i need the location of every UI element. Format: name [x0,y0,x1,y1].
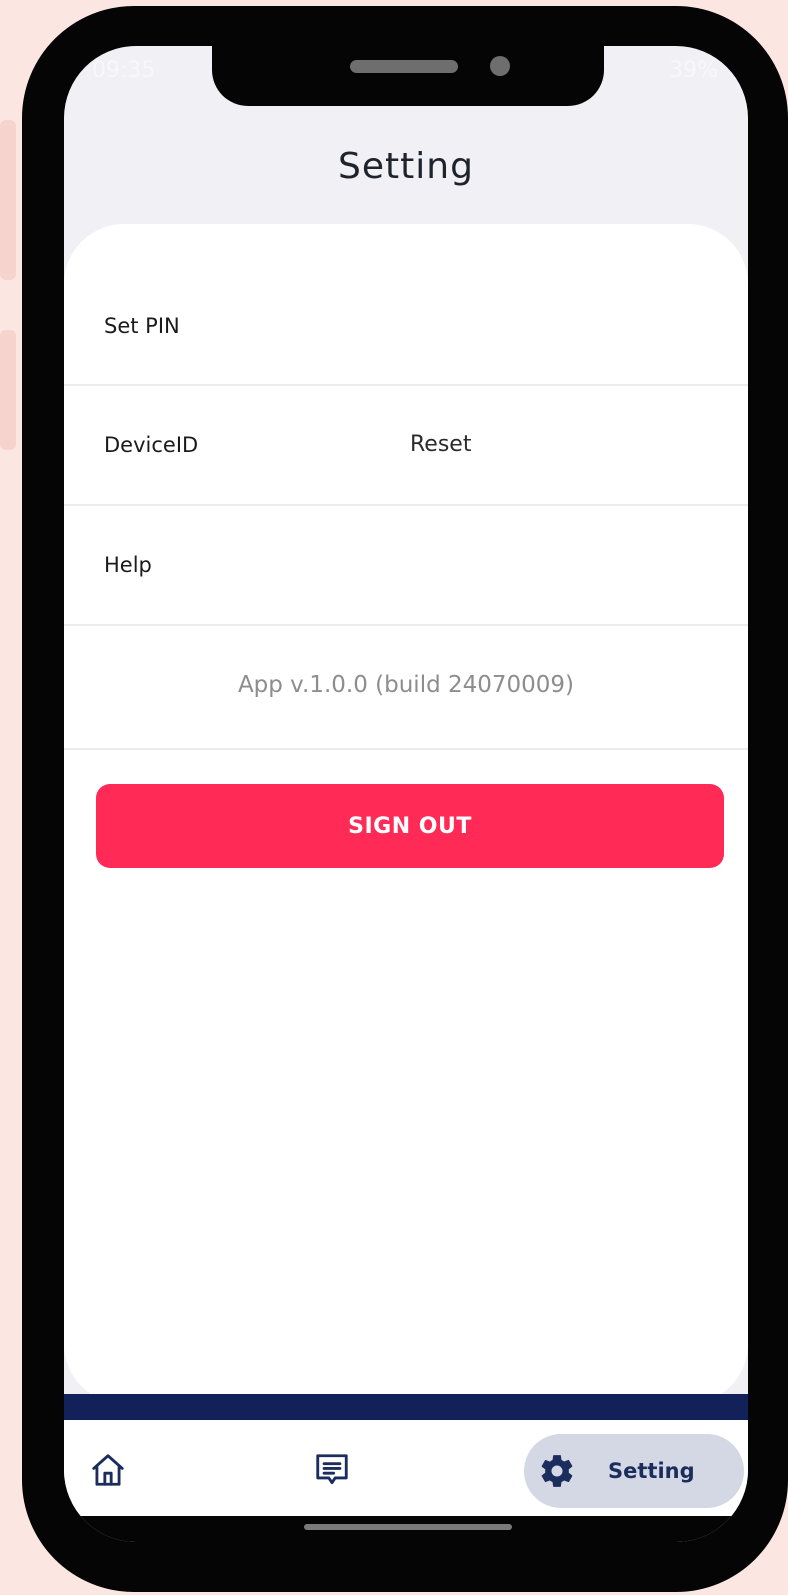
home-icon [89,1451,127,1489]
nav-item-setting[interactable]: Setting [524,1434,744,1508]
speaker-grille [350,60,458,73]
nav-item-messages[interactable] [308,1446,356,1494]
app-version: App v.1.0.0 (build 24070009) [237,672,575,698]
page-title: Setting [338,146,474,187]
home-bar-area [64,1516,748,1542]
reset-device-button[interactable]: Reset [410,432,471,457]
settings-item-help[interactable]: Help [64,506,748,626]
phone-frame: 09:35 39% Setting Set PIN DeviceID Reset… [22,6,788,1592]
settings-item-device-id: DeviceID Reset [64,386,748,506]
nav-top-bar [64,1394,748,1420]
settings-item-set-pin[interactable]: Set PIN [64,224,748,386]
status-time: 09:35 [92,58,156,83]
front-camera [490,56,510,76]
sign-out-button[interactable]: SIGN OUT [96,784,724,868]
app-screen: 09:35 39% Setting Set PIN DeviceID Reset… [64,46,748,1542]
background-decoration [0,330,16,450]
settings-item-label: Help [104,553,152,577]
home-indicator[interactable] [304,1524,512,1530]
background-decoration [0,120,16,280]
nav-item-label: Setting [608,1459,695,1483]
settings-item-label: DeviceID [104,433,199,457]
status-battery: 39% [669,58,718,83]
message-icon [313,1451,351,1489]
settings-card: Set PIN DeviceID Reset Help App v.1.0.0 … [64,224,748,1404]
settings-item-label: Set PIN [104,314,180,338]
gear-icon [538,1452,576,1490]
nav-item-home[interactable] [84,1446,132,1494]
divider [64,748,748,750]
bottom-nav: Setting [64,1420,748,1516]
phone-notch [212,46,604,106]
